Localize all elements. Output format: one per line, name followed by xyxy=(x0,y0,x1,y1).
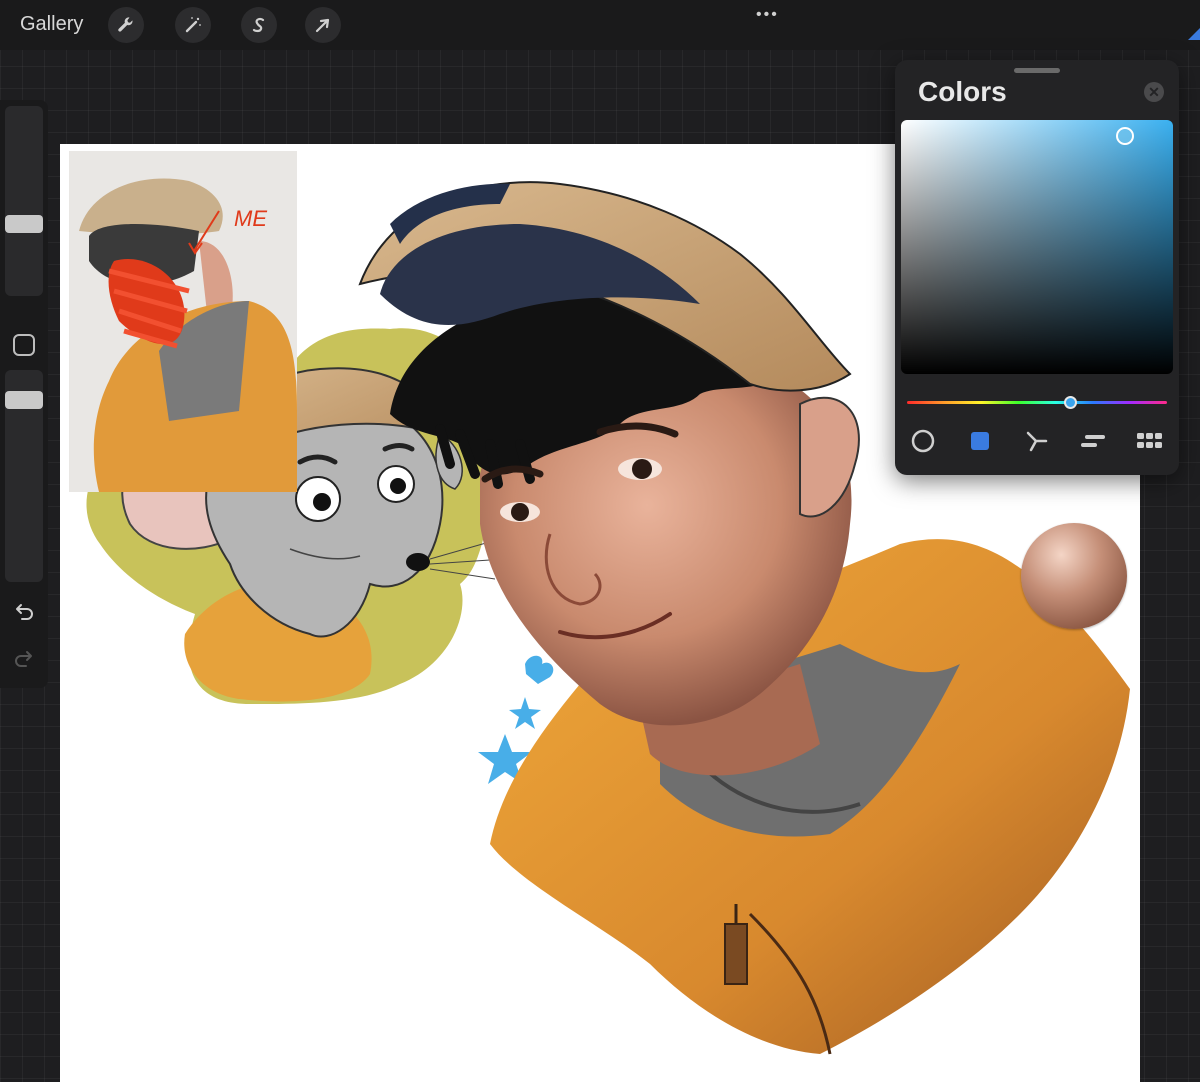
hue-slider[interactable] xyxy=(907,401,1167,404)
disc-icon xyxy=(911,429,935,453)
arrow-cursor-icon xyxy=(315,18,330,33)
brush-size-handle[interactable] xyxy=(5,215,43,233)
skin-tone-swatch xyxy=(1021,523,1127,629)
palettes-grid-icon xyxy=(1137,433,1162,448)
value-bars-icon xyxy=(1081,435,1105,447)
actions-button[interactable] xyxy=(108,7,144,43)
colors-panel-title: Colors xyxy=(918,76,1007,107)
selection-button[interactable] xyxy=(241,7,277,43)
undo-icon[interactable] xyxy=(12,600,36,624)
value-mode-button[interactable] xyxy=(1078,427,1108,455)
adjustments-button[interactable] xyxy=(175,7,211,43)
wrench-icon xyxy=(118,17,133,32)
close-icon[interactable]: ✕ xyxy=(1144,82,1164,102)
classic-mode-button[interactable] xyxy=(965,427,995,455)
hue-slider-handle[interactable] xyxy=(1064,396,1077,409)
transform-button[interactable] xyxy=(305,7,341,43)
left-sidebar xyxy=(0,100,48,688)
colors-panel: Colors ✕ xyxy=(895,60,1179,475)
top-toolbar: Gallery ••• xyxy=(0,0,1200,50)
harmony-icon xyxy=(1026,431,1048,452)
redo-icon[interactable] xyxy=(12,647,36,671)
gallery-button[interactable]: Gallery xyxy=(20,13,83,36)
selection-s-icon xyxy=(252,17,265,33)
opacity-handle[interactable] xyxy=(5,391,43,409)
brush-size-slider[interactable] xyxy=(5,106,43,296)
active-color-icon[interactable] xyxy=(1186,26,1200,40)
harmony-mode-button[interactable] xyxy=(1022,427,1052,455)
disc-mode-button[interactable] xyxy=(908,427,938,455)
annotation-text: ME xyxy=(234,206,267,231)
modify-button[interactable] xyxy=(13,334,35,356)
classic-square-icon xyxy=(971,432,989,450)
color-picker-handle[interactable] xyxy=(1116,127,1134,145)
more-options-icon[interactable]: ••• xyxy=(756,6,779,24)
saturation-value-picker[interactable] xyxy=(901,120,1173,374)
reference-photo: ME xyxy=(69,151,297,492)
magic-wand-icon xyxy=(185,17,201,33)
panel-grabber[interactable] xyxy=(1014,68,1060,73)
palettes-mode-button[interactable] xyxy=(1135,427,1165,455)
